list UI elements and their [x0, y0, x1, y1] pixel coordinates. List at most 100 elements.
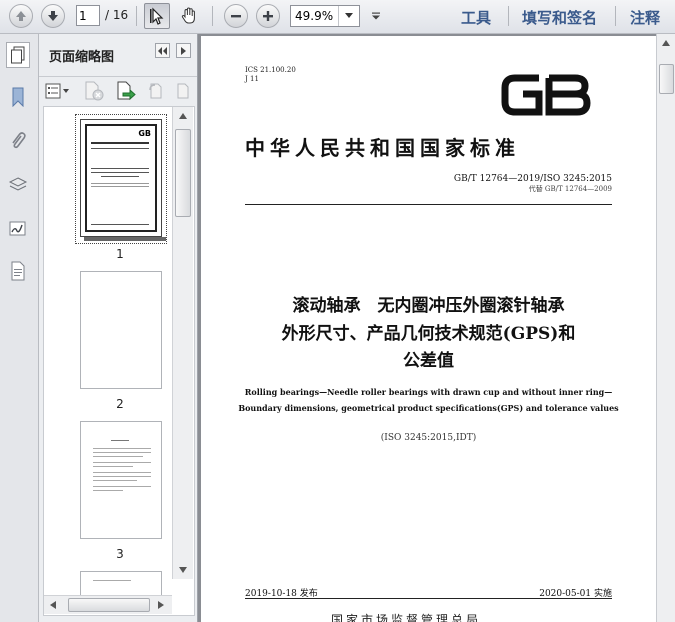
- page-thumbnails-tab[interactable]: [6, 42, 30, 68]
- next-page-button[interactable]: [41, 4, 65, 28]
- ics-codes: ICS 21.100.20 J 11: [245, 66, 296, 84]
- arrow-up-icon: [16, 11, 26, 21]
- panel-title: 页面缩略图: [49, 50, 115, 65]
- thumbnail-3-text-line: [93, 466, 133, 467]
- thumbnail-scroll-thumb[interactable]: [175, 129, 191, 217]
- toolbar-divider: [212, 6, 213, 26]
- thumbnail-3-text-line: [111, 440, 129, 441]
- more-tools-button[interactable]: [366, 3, 386, 29]
- extract-page-icon: [117, 81, 136, 101]
- standard-code: GB/T 12764—2019/ISO 3245:2015: [453, 174, 612, 184]
- plus-icon: [263, 11, 273, 21]
- chevron-right-icon: [180, 46, 186, 55]
- replaces-note: 代替 GB/T 12764—2009: [528, 185, 612, 193]
- layers-tab[interactable]: [6, 172, 30, 198]
- document-viewport[interactable]: ICS 21.100.20 J 11 中华人民共和国国家标准 GB/T 1276…: [198, 34, 675, 622]
- issuing-authority: 国家市场监督管理总局: [331, 613, 482, 622]
- document-vertical-scrollbar[interactable]: [656, 34, 675, 622]
- zoom-in-button[interactable]: [256, 4, 280, 28]
- expand-panel-button[interactable]: [176, 43, 191, 58]
- thumbnail-3-text-line: [93, 490, 123, 491]
- pages-icon: [11, 46, 25, 64]
- delete-page-button[interactable]: [83, 81, 105, 104]
- thumbnail-page-3[interactable]: [80, 421, 162, 539]
- extract-page-button[interactable]: [115, 81, 137, 104]
- scroll-left-icon[interactable]: [50, 601, 56, 609]
- scroll-down-icon[interactable]: [179, 567, 187, 573]
- thumbnail-3-text-line: [93, 456, 143, 457]
- tools-menu-link[interactable]: 工具: [461, 7, 491, 28]
- options-menu-icon: [45, 83, 69, 99]
- thumbnail-options-button[interactable]: [45, 81, 71, 101]
- iso-reference: (ISO 3245:2015,IDT): [380, 433, 477, 443]
- layers-icon: [8, 177, 28, 191]
- footer-rule: [245, 598, 612, 599]
- thumbnail-3-text-line: [93, 462, 151, 463]
- toolbar-divider: [136, 6, 137, 26]
- thumbnail-1-rule: [91, 148, 149, 149]
- title-line-1: 滚动轴承 无内圈冲压外圈滚针轴承: [292, 296, 565, 316]
- title-line-2: 外形尺寸、产品几何技术规范(GPS)和: [281, 324, 576, 344]
- zoom-dropdown-button[interactable]: [338, 6, 359, 26]
- thumbnail-horizontal-scrollbar[interactable]: [44, 595, 172, 614]
- thumbnail-page-2[interactable]: [80, 271, 162, 389]
- english-title-line-1: Rolling bearings—Needle roller bearings …: [244, 387, 613, 397]
- scroll-up-icon[interactable]: [662, 40, 670, 46]
- select-tool-button[interactable]: [144, 3, 170, 29]
- document-page: ICS 21.100.20 J 11 中华人民共和国国家标准 GB/T 1276…: [201, 36, 656, 622]
- thumbnail-hscroll-thumb[interactable]: [68, 598, 150, 612]
- thumbnail-1-text-line: [91, 183, 149, 184]
- collapse-panel-button[interactable]: [155, 43, 170, 58]
- panel-toolbar: [39, 76, 197, 105]
- standard-name: 中华人民共和国国家标准: [245, 136, 520, 160]
- toolbar-divider: [508, 6, 509, 26]
- double-chevron-left-icon: [158, 46, 167, 55]
- delete-page-icon: [85, 81, 104, 101]
- signatures-tab[interactable]: [6, 216, 30, 242]
- toolbar: / 16 工具 填写和签名 注释: [0, 0, 675, 34]
- thumbnail-1-frame: [85, 124, 157, 232]
- thumbnail-3-text-line: [93, 448, 151, 449]
- thumbnail-3-text-line: [93, 452, 151, 453]
- comment-menu-link[interactable]: 注释: [630, 7, 660, 28]
- attachments-tab[interactable]: [6, 128, 30, 154]
- thumbnail-3-text-line: [93, 486, 151, 487]
- rotate-page-icon: [149, 83, 162, 99]
- thumbnail-page-1[interactable]: GB: [80, 119, 162, 237]
- thumbnail-3-text-line: [93, 480, 137, 481]
- print-page-button[interactable]: [173, 81, 193, 104]
- thumbnail-label-1: 1: [116, 247, 124, 261]
- previous-page-button[interactable]: [9, 4, 33, 28]
- thumbnail-1-title-line: [101, 176, 139, 177]
- document-icon: [11, 261, 25, 281]
- fill-sign-menu-link[interactable]: 填写和签名: [522, 7, 597, 28]
- thumbnail-label-3: 3: [116, 547, 124, 561]
- thumbnail-label-2: 2: [116, 397, 124, 411]
- thumbnail-3-text-line: [93, 472, 151, 473]
- thumbnails-panel: 页面缩略图 GB 1 2 3: [39, 34, 198, 622]
- hand-tool-button[interactable]: [176, 3, 202, 29]
- thumbnail-4-text-line: [93, 580, 131, 581]
- thumbnail-1-heading: [91, 142, 149, 144]
- scroll-up-icon[interactable]: [179, 113, 187, 119]
- gb-logo: [501, 74, 591, 116]
- zoom-out-button[interactable]: [224, 4, 248, 28]
- toolbar-divider: [615, 6, 616, 26]
- menu-arrow-icon: [372, 12, 380, 20]
- navigation-rail: [0, 34, 39, 622]
- chevron-down-icon: [345, 13, 353, 18]
- zoom-select[interactable]: [290, 5, 360, 27]
- rotate-page-button[interactable]: [146, 81, 166, 104]
- paperclip-icon: [12, 132, 26, 149]
- header-rule: [245, 204, 612, 205]
- content-tab[interactable]: [6, 258, 30, 284]
- print-page-icon: [177, 83, 189, 99]
- thumbnail-vertical-scrollbar[interactable]: [172, 107, 193, 579]
- english-title-line-2: Boundary dimensions, geometrical product…: [238, 403, 619, 413]
- page-number-input[interactable]: [76, 5, 100, 26]
- scroll-right-icon[interactable]: [158, 601, 164, 609]
- bookmarks-tab[interactable]: [6, 84, 30, 110]
- document-scroll-thumb[interactable]: [659, 64, 674, 94]
- thumbnail-1-title-line: [91, 168, 149, 169]
- thumbnail-1-shadow: [84, 237, 166, 241]
